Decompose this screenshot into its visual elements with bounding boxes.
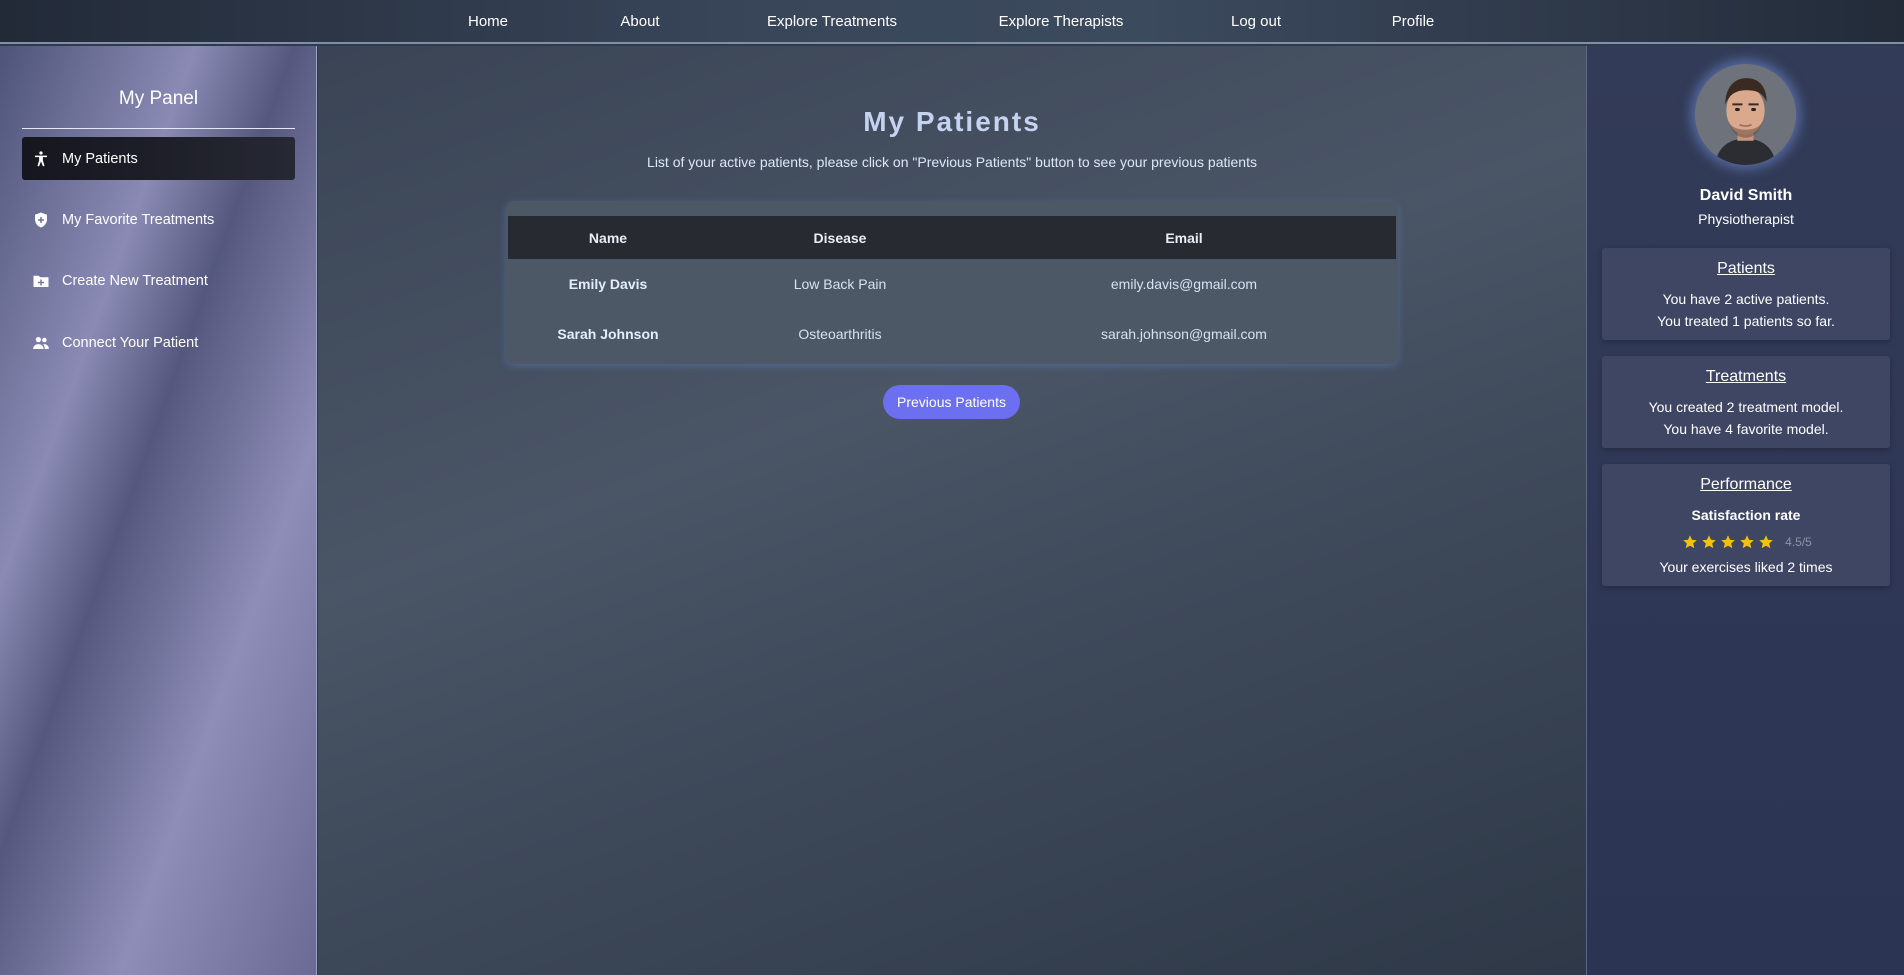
- treatments-stat-card: Treatments You created 2 treatment model…: [1602, 356, 1890, 448]
- exercises-liked-text: Your exercises liked 2 times: [1659, 559, 1833, 575]
- treatments-created-text: You created 2 treatment model.: [1648, 399, 1844, 415]
- star-icon: [1739, 535, 1754, 549]
- profile-name: David Smith: [1699, 187, 1793, 204]
- nav-home-link[interactable]: Home: [468, 13, 508, 30]
- sidebar-item-connect-patient[interactable]: Connect Your Patient: [22, 321, 295, 364]
- sidebar-item-create-treatment[interactable]: Create New Treatment: [22, 259, 295, 302]
- star-icon: [1758, 535, 1773, 549]
- rating-stars: 4.5/5: [1602, 534, 1890, 550]
- avatar: [1695, 64, 1796, 165]
- nav-explore-therapists-link[interactable]: Explore Therapists: [999, 13, 1124, 30]
- table-row[interactable]: Emily Davis Low Back Pain emily.davis@gm…: [508, 259, 1396, 309]
- panel-title: My Panel: [118, 88, 199, 109]
- patients-treated-text: You treated 1 patients so far.: [1657, 313, 1835, 329]
- nav-about-link[interactable]: About: [620, 13, 659, 30]
- sidebar-item-label: Create New Treatment: [62, 272, 208, 289]
- table-header-row: Name Disease Email: [508, 216, 1396, 259]
- main-content: My Patients List of your active patients…: [318, 46, 1586, 975]
- page-subtitle: List of your active patients, please cli…: [647, 154, 1257, 170]
- patient-name: Emily Davis: [568, 276, 648, 292]
- satisfaction-label: Satisfaction rate: [1691, 507, 1801, 523]
- star-icon: [1682, 535, 1697, 549]
- table-row[interactable]: Sarah Johnson Osteoarthritis sarah.johns…: [508, 309, 1396, 359]
- nav-links: Home About Explore Treatments Explore Th…: [0, 0, 1904, 44]
- profile-role: Physiotherapist: [1698, 211, 1794, 227]
- treatments-card-title: Treatments: [1705, 368, 1787, 385]
- patients-stat-card: Patients You have 2 active patients. You…: [1602, 248, 1890, 340]
- nav-logout-link[interactable]: Log out: [1231, 13, 1281, 30]
- rating-value: 4.5/5: [1785, 535, 1812, 549]
- star-icon: [1720, 535, 1735, 549]
- sidebar-item-label: Connect Your Patient: [62, 334, 199, 351]
- treatments-favorite-text: You have 4 favorite model.: [1663, 421, 1829, 437]
- sidebar-item-label: My Favorite Treatments: [62, 211, 215, 228]
- top-navigation-bar: Home About Explore Treatments Explore Th…: [0, 0, 1904, 44]
- panel-divider: [22, 128, 295, 129]
- column-header-disease: Disease: [813, 229, 867, 246]
- nav-explore-treatments-link[interactable]: Explore Treatments: [767, 13, 897, 30]
- avatar-portrait: [1695, 64, 1796, 165]
- patients-table: Name Disease Email Emily Davis Low Back …: [508, 216, 1396, 359]
- star-icon: [1701, 535, 1716, 549]
- previous-patients-button[interactable]: Previous Patients: [883, 385, 1020, 419]
- nav-profile-link[interactable]: Profile: [1392, 13, 1435, 30]
- patients-table-card: Name Disease Email Emily Davis Low Back …: [506, 201, 1398, 364]
- sidebar-item-favorite-treatments[interactable]: My Favorite Treatments: [22, 198, 295, 241]
- performance-stat-card: Performance Satisfaction rate 4.5/5 Your…: [1602, 464, 1890, 586]
- profile-panel: David Smith Physiotherapist Patients You…: [1586, 46, 1904, 975]
- shield-plus-icon: [35, 212, 47, 227]
- patient-disease: Low Back Pain: [793, 276, 887, 292]
- patients-card-title: Patients: [1717, 260, 1775, 277]
- performance-card-title: Performance: [1700, 476, 1792, 493]
- page-title: My Patients: [863, 106, 1041, 137]
- patient-email: emily.davis@gmail.com: [1110, 276, 1258, 292]
- users-icon: [33, 336, 49, 349]
- patient-name: Sarah Johnson: [557, 326, 659, 342]
- sidebar-item-my-patients[interactable]: My Patients: [22, 137, 295, 180]
- patients-active-text: You have 2 active patients.: [1662, 291, 1830, 307]
- patient-email: sarah.johnson@gmail.com: [1101, 326, 1267, 342]
- folder-plus-icon: [33, 275, 49, 287]
- sidebar-item-label: My Patients: [62, 150, 138, 167]
- patient-disease: Osteoarthritis: [798, 326, 882, 342]
- column-header-name: Name: [588, 229, 628, 246]
- left-sidebar: My Panel My Patients My Favorite Treatme…: [0, 46, 317, 975]
- person-accessibility-icon: [35, 150, 47, 166]
- column-header-email: Email: [1165, 229, 1203, 246]
